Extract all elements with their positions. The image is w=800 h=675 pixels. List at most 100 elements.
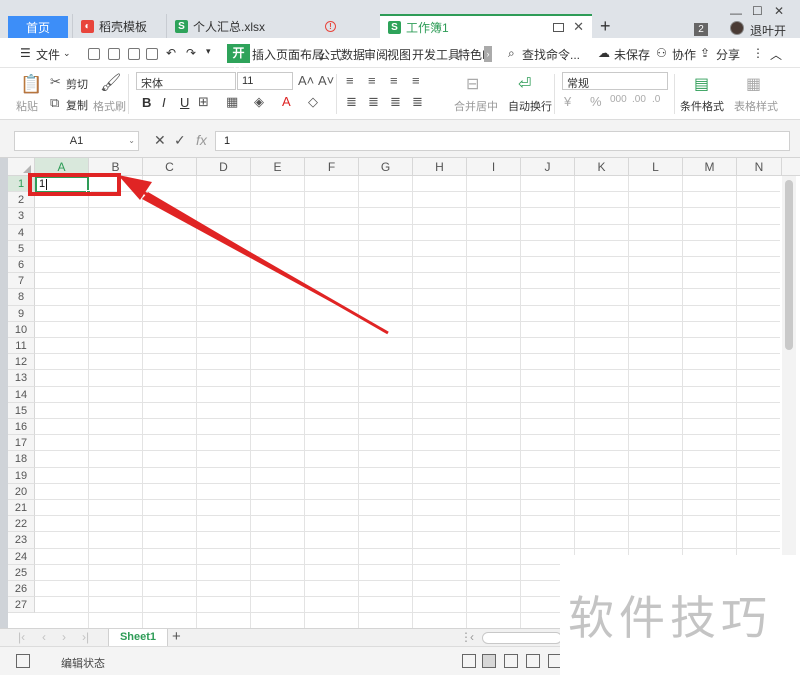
fullscreen-icon[interactable] — [462, 654, 476, 668]
merge-center-button[interactable]: 合并居中 — [454, 98, 498, 114]
tab-workbook1[interactable]: S 工作簿1 ✕ — [380, 14, 592, 38]
row-header[interactable]: 6 — [8, 257, 35, 274]
decrease-font-icon[interactable]: A˅ — [318, 73, 334, 88]
file-menu[interactable]: 文件 — [36, 46, 60, 63]
column-header[interactable]: G — [359, 158, 413, 176]
copy-button[interactable]: 复制 — [66, 97, 88, 113]
column-header[interactable]: D — [197, 158, 251, 176]
close-window-icon[interactable]: ✕ — [774, 4, 784, 18]
align-bottom-icon[interactable]: ≡ — [390, 73, 398, 88]
menu-page-layout[interactable]: 页面布局 — [276, 46, 324, 63]
row-header[interactable]: 17 — [8, 435, 35, 452]
format-painter-button[interactable]: 格式刷 — [93, 98, 126, 114]
collaborate-button[interactable]: 协作 — [672, 46, 696, 63]
thousands-icon[interactable]: 000 — [610, 94, 627, 105]
formula-input[interactable]: 1 — [215, 131, 790, 151]
maximize-icon[interactable]: ☐ — [752, 4, 763, 18]
row-header[interactable]: 20 — [8, 483, 35, 500]
row-header[interactable]: 7 — [8, 273, 35, 290]
horizontal-scrollbar[interactable] — [482, 632, 562, 644]
first-sheet-icon[interactable]: |‹ — [18, 630, 25, 644]
chevron-down-icon[interactable]: ⌄ — [63, 48, 71, 59]
underline-button[interactable]: U — [180, 95, 189, 110]
close-tab-icon[interactable]: ✕ — [573, 19, 584, 35]
currency-icon[interactable]: ¥ — [564, 94, 571, 109]
tab-daoke-templates[interactable]: ◐ 稻壳模板 — [72, 14, 164, 38]
justify-icon[interactable]: ≣ — [412, 94, 423, 110]
new-tab-button[interactable]: + — [600, 16, 611, 37]
collapse-ribbon-icon[interactable]: ︿ — [770, 46, 782, 63]
tab-personal-summary[interactable]: S 个人汇总.xlsx ! — [166, 14, 366, 38]
export-icon[interactable] — [108, 48, 120, 60]
orientation-icon[interactable]: ≡ — [412, 73, 420, 88]
scroll-thumb[interactable] — [785, 180, 793, 350]
print-preview-icon[interactable] — [146, 48, 158, 60]
column-header[interactable]: I — [467, 158, 521, 176]
column-header[interactable]: H — [413, 158, 467, 176]
reading-mode-icon[interactable] — [526, 654, 540, 668]
cancel-icon[interactable]: ✕ — [154, 132, 166, 149]
last-sheet-icon[interactable]: ›| — [82, 630, 89, 644]
sheet-tab-sheet1[interactable]: Sheet1 — [108, 629, 168, 646]
row-header[interactable]: 3 — [8, 208, 35, 225]
border-icon[interactable]: ⊞ — [198, 94, 209, 110]
next-sheet-icon[interactable]: › — [62, 630, 66, 644]
menu-hamburger-icon[interactable]: ☰ — [20, 46, 31, 60]
menu-special[interactable]: 特色I — [458, 46, 484, 63]
row-header[interactable]: 9 — [8, 305, 35, 322]
unsaved-status[interactable]: 未保存 — [614, 46, 650, 63]
row-header[interactable]: 26 — [8, 581, 35, 598]
tab-home[interactable]: 首页 — [8, 16, 68, 38]
decrease-decimal-icon[interactable]: .0 — [652, 94, 660, 105]
menu-developer[interactable]: 开发工具 — [412, 46, 460, 63]
number-format-select[interactable]: 常规 — [562, 72, 668, 90]
align-right-icon[interactable]: ≣ — [390, 94, 401, 110]
table-style-button[interactable]: 表格样式 — [734, 98, 778, 114]
minimize-icon[interactable]: — — [730, 6, 742, 20]
font-name-select[interactable]: 宋体 — [136, 72, 236, 90]
column-header[interactable]: N — [737, 158, 782, 176]
window-count-badge[interactable]: 2 — [694, 23, 708, 36]
row-header[interactable]: 25 — [8, 564, 35, 581]
row-header[interactable]: 18 — [8, 451, 35, 468]
menu-start[interactable]: 开始 — [227, 44, 250, 79]
percent-icon[interactable]: % — [590, 94, 602, 109]
column-header[interactable]: F — [305, 158, 359, 176]
chevron-down-icon[interactable]: ⌄ — [128, 132, 135, 150]
row-header[interactable]: 15 — [8, 402, 35, 419]
font-color-icon[interactable]: A — [282, 94, 291, 109]
row-header[interactable]: 21 — [8, 500, 35, 517]
page-break-view-icon[interactable] — [504, 654, 518, 668]
macro-record-icon[interactable] — [16, 654, 30, 668]
add-sheet-button[interactable]: + — [172, 628, 181, 645]
fill-color-icon[interactable]: ◈ — [254, 94, 264, 110]
undo-icon[interactable]: ↶ — [166, 46, 176, 60]
menu-data[interactable]: 数据 — [341, 46, 365, 63]
menu-formula[interactable]: 公式 — [318, 46, 342, 63]
more-options-icon[interactable]: ⋮ — [752, 46, 764, 60]
menu-scroll-right-icon[interactable]: › — [484, 46, 492, 62]
fx-icon[interactable]: fx — [196, 132, 207, 148]
row-header[interactable]: 22 — [8, 516, 35, 533]
scroll-left-icon[interactable]: ‹ — [470, 630, 474, 644]
clear-format-icon[interactable]: ◇ — [308, 94, 318, 110]
align-center-icon[interactable]: ≣ — [368, 94, 379, 110]
prev-sheet-icon[interactable]: ‹ — [42, 630, 46, 644]
row-header[interactable]: 12 — [8, 354, 35, 371]
bold-button[interactable]: B — [142, 95, 151, 110]
avatar[interactable] — [730, 21, 744, 35]
fill-style-icon[interactable]: ▦ — [226, 94, 238, 110]
row-header[interactable]: 23 — [8, 532, 35, 549]
user-name[interactable]: 退叶开 — [750, 22, 786, 39]
column-header[interactable]: K — [575, 158, 629, 176]
display-icon[interactable] — [553, 22, 564, 32]
row-header[interactable]: 10 — [8, 321, 35, 338]
row-header[interactable]: 27 — [8, 597, 35, 614]
increase-font-icon[interactable]: A˄ — [298, 73, 314, 88]
confirm-icon[interactable]: ✓ — [174, 132, 186, 149]
align-left-icon[interactable]: ≣ — [346, 94, 357, 110]
normal-view-icon[interactable] — [482, 654, 496, 668]
font-size-select[interactable]: 11 — [237, 72, 293, 90]
paste-button[interactable]: 粘贴 — [16, 98, 38, 114]
cut-button[interactable]: 剪切 — [66, 76, 88, 92]
